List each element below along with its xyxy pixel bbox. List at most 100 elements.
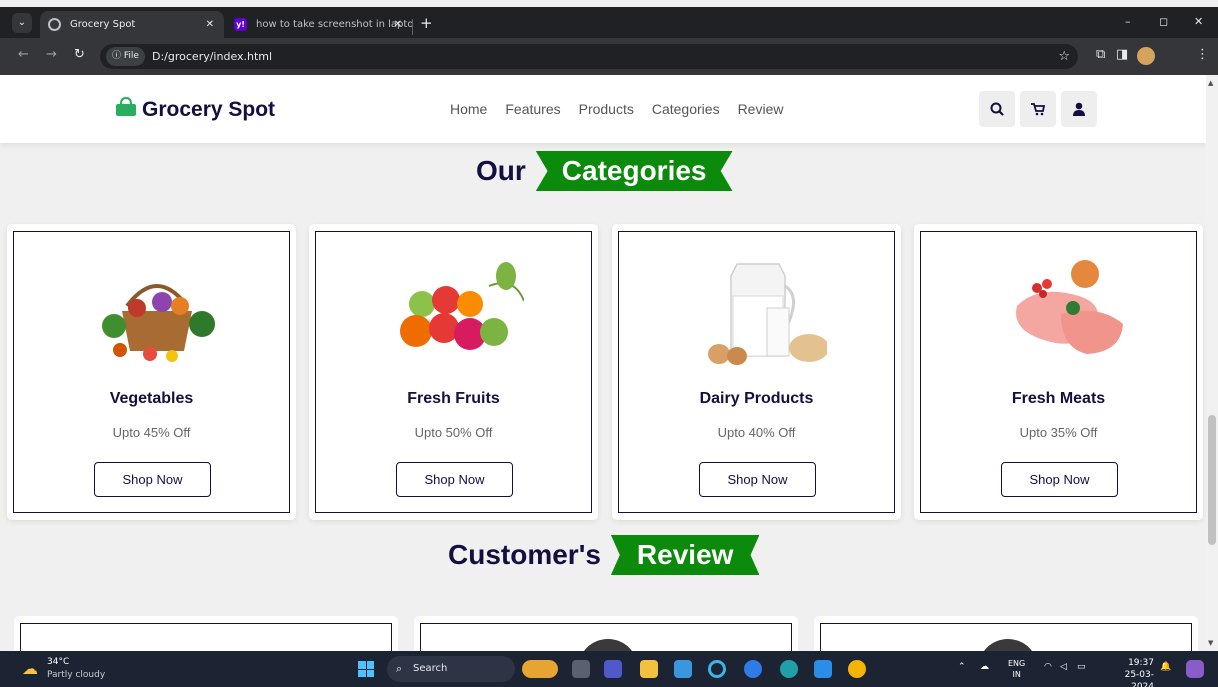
close-window-button[interactable]: ✕ [1194,15,1203,28]
globe-icon [48,18,61,31]
tray-overflow-chevron-icon[interactable]: ⌃ [958,662,966,672]
review-card [14,616,398,651]
category-card-fresh-meats: Fresh Meats Upto 35% Off Shop Now [914,224,1203,520]
dairy-products-image [708,263,827,365]
bookmark-star-icon[interactable]: ☆ [1058,44,1070,69]
tab-separator [412,19,413,35]
shop-now-button[interactable]: Shop Now [94,462,211,497]
category-title: Vegetables [109,390,194,407]
system-clock[interactable]: 19:37 25-03-2024 [1104,657,1154,687]
tab-title: Grocery Spot [70,19,136,30]
category-offer: Upto 40% Off [717,425,796,440]
chrome-browser-icon[interactable] [848,660,866,678]
site-logo[interactable]: Grocery Spot [115,96,276,122]
tab-close-icon[interactable]: ✕ [206,11,214,38]
yahoo-favicon-icon: y! [234,18,247,31]
review-card [814,616,1198,651]
page-scrollbar[interactable]: ▲ ▼ [1206,75,1218,651]
onedrive-cloud-icon[interactable]: ☁ [980,662,989,672]
category-title: Fresh Meats [1011,390,1106,407]
store-app-icon[interactable] [674,660,692,678]
search-icon[interactable] [979,91,1015,127]
extensions-icon[interactable]: ⧉ [1096,47,1105,62]
new-tab-button[interactable]: + [420,14,433,32]
wifi-icon[interactable]: ◠ [1044,662,1052,672]
nav-link-products[interactable]: Products [579,101,634,117]
logo-text: Grocery Spot [142,97,276,121]
browser-menu-icon[interactable]: ⋮ [1196,47,1209,62]
category-offer: Upto 50% Off [414,425,493,440]
game-app-icon[interactable] [744,660,762,678]
category-offer: Upto 35% Off [1019,425,1098,440]
minimize-button[interactable]: – [1125,15,1131,28]
weather-description[interactable]: Partly cloudy [47,670,105,680]
review-heading: Customer's Review [448,535,760,575]
nav-link-review[interactable]: Review [738,101,784,117]
task-view-icon[interactable] [572,660,590,678]
category-card-dairy-products: Dairy Products Upto 40% Off Shop Now [612,224,901,520]
heading-highlight: Categories [535,151,733,191]
nav-link-categories[interactable]: Categories [652,101,720,117]
edge-browser-icon[interactable] [780,660,798,678]
tab-search-dropdown[interactable]: ⌄ [12,13,32,33]
browser-toolbar: ← → ↻ ⓘ File D:/grocery/index.html ☆ ⧉ ◨… [0,38,1218,75]
scroll-down-arrow-icon[interactable]: ▼ [1208,639,1213,647]
taskbar-search[interactable]: ⌕ Search [387,656,515,682]
reviewer-avatar [978,639,1038,651]
header-actions [979,91,1097,127]
taskbar-search-label: Search [413,663,448,674]
widgets-app-icon[interactable] [522,660,558,678]
shop-now-button[interactable]: Shop Now [396,462,513,497]
search-icon: ⌕ [396,662,403,675]
forward-arrow-icon[interactable]: → [46,47,57,62]
shop-now-button[interactable]: Shop Now [699,462,816,497]
back-arrow-icon[interactable]: ← [18,47,29,62]
user-icon[interactable] [1061,91,1097,127]
categories-heading: Our Categories [476,151,733,191]
fresh-meats-image [1016,260,1123,354]
category-card-vegetables: Vegetables Upto 45% Off Shop Now [7,224,296,520]
shopping-basket-icon [115,96,137,122]
page-viewport: Grocery Spot Home Features Products Cate… [0,75,1206,651]
tab-close-icon[interactable]: ✕ [394,11,402,38]
windows-start-icon[interactable] [358,661,374,677]
site-nav: Home Features Products Categories Review [450,101,783,117]
nav-link-features[interactable]: Features [505,101,560,117]
tab-screenshot-search[interactable]: y! how to take screenshot in lapto ✕ [226,11,412,38]
weather-partly-cloudy-icon[interactable]: ☁ [22,659,38,678]
fresh-fruits-image [400,262,524,350]
weather-temperature[interactable]: 34°C [47,657,69,667]
heading-plain: Our [476,155,526,186]
vegetable-basket-image [102,284,215,362]
side-panel-icon[interactable]: ◨ [1116,47,1128,62]
scrollbar-thumb[interactable] [1208,415,1216,545]
address-url[interactable]: D:/grocery/index.html [152,44,272,69]
profile-avatar[interactable] [1137,47,1155,65]
nav-link-home[interactable]: Home [450,101,487,117]
vscode-app-icon[interactable] [814,660,832,678]
copilot-app-icon[interactable] [1186,660,1204,678]
site-info-chip[interactable]: ⓘ File [106,47,145,66]
scroll-up-arrow-icon[interactable]: ▲ [1208,79,1213,87]
input-language-indicator[interactable]: ENG IN [1008,658,1025,680]
category-title: Fresh Fruits [407,390,500,407]
battery-icon[interactable]: ▭ [1077,662,1086,672]
heading-plain: Customer's [448,539,601,570]
category-offer: Upto 45% Off [112,425,191,440]
shop-now-button[interactable]: Shop Now [1001,462,1118,497]
volume-icon[interactable]: ◁ [1060,662,1067,672]
heading-highlight: Review [610,535,760,575]
cortana-app-icon[interactable] [708,660,726,678]
category-card-fresh-fruits: Fresh Fruits Upto 50% Off Shop Now [309,224,598,520]
address-bar[interactable]: ⓘ File D:/grocery/index.html ☆ [100,44,1078,69]
teams-app-icon[interactable] [604,660,622,678]
file-explorer-icon[interactable] [640,660,658,678]
category-title: Dairy Products [699,390,814,407]
site-header: Grocery Spot Home Features Products Cate… [0,75,1206,143]
restore-button[interactable]: ◻ [1159,15,1168,28]
cart-icon[interactable] [1020,91,1056,127]
tab-grocery-spot[interactable]: Grocery Spot ✕ [40,11,224,38]
browser-tab-bar: ⌄ Grocery Spot ✕ y! how to take screensh… [0,7,1218,38]
notification-bell-icon[interactable]: 🔔 [1160,662,1171,672]
reload-icon[interactable]: ↻ [74,47,85,62]
